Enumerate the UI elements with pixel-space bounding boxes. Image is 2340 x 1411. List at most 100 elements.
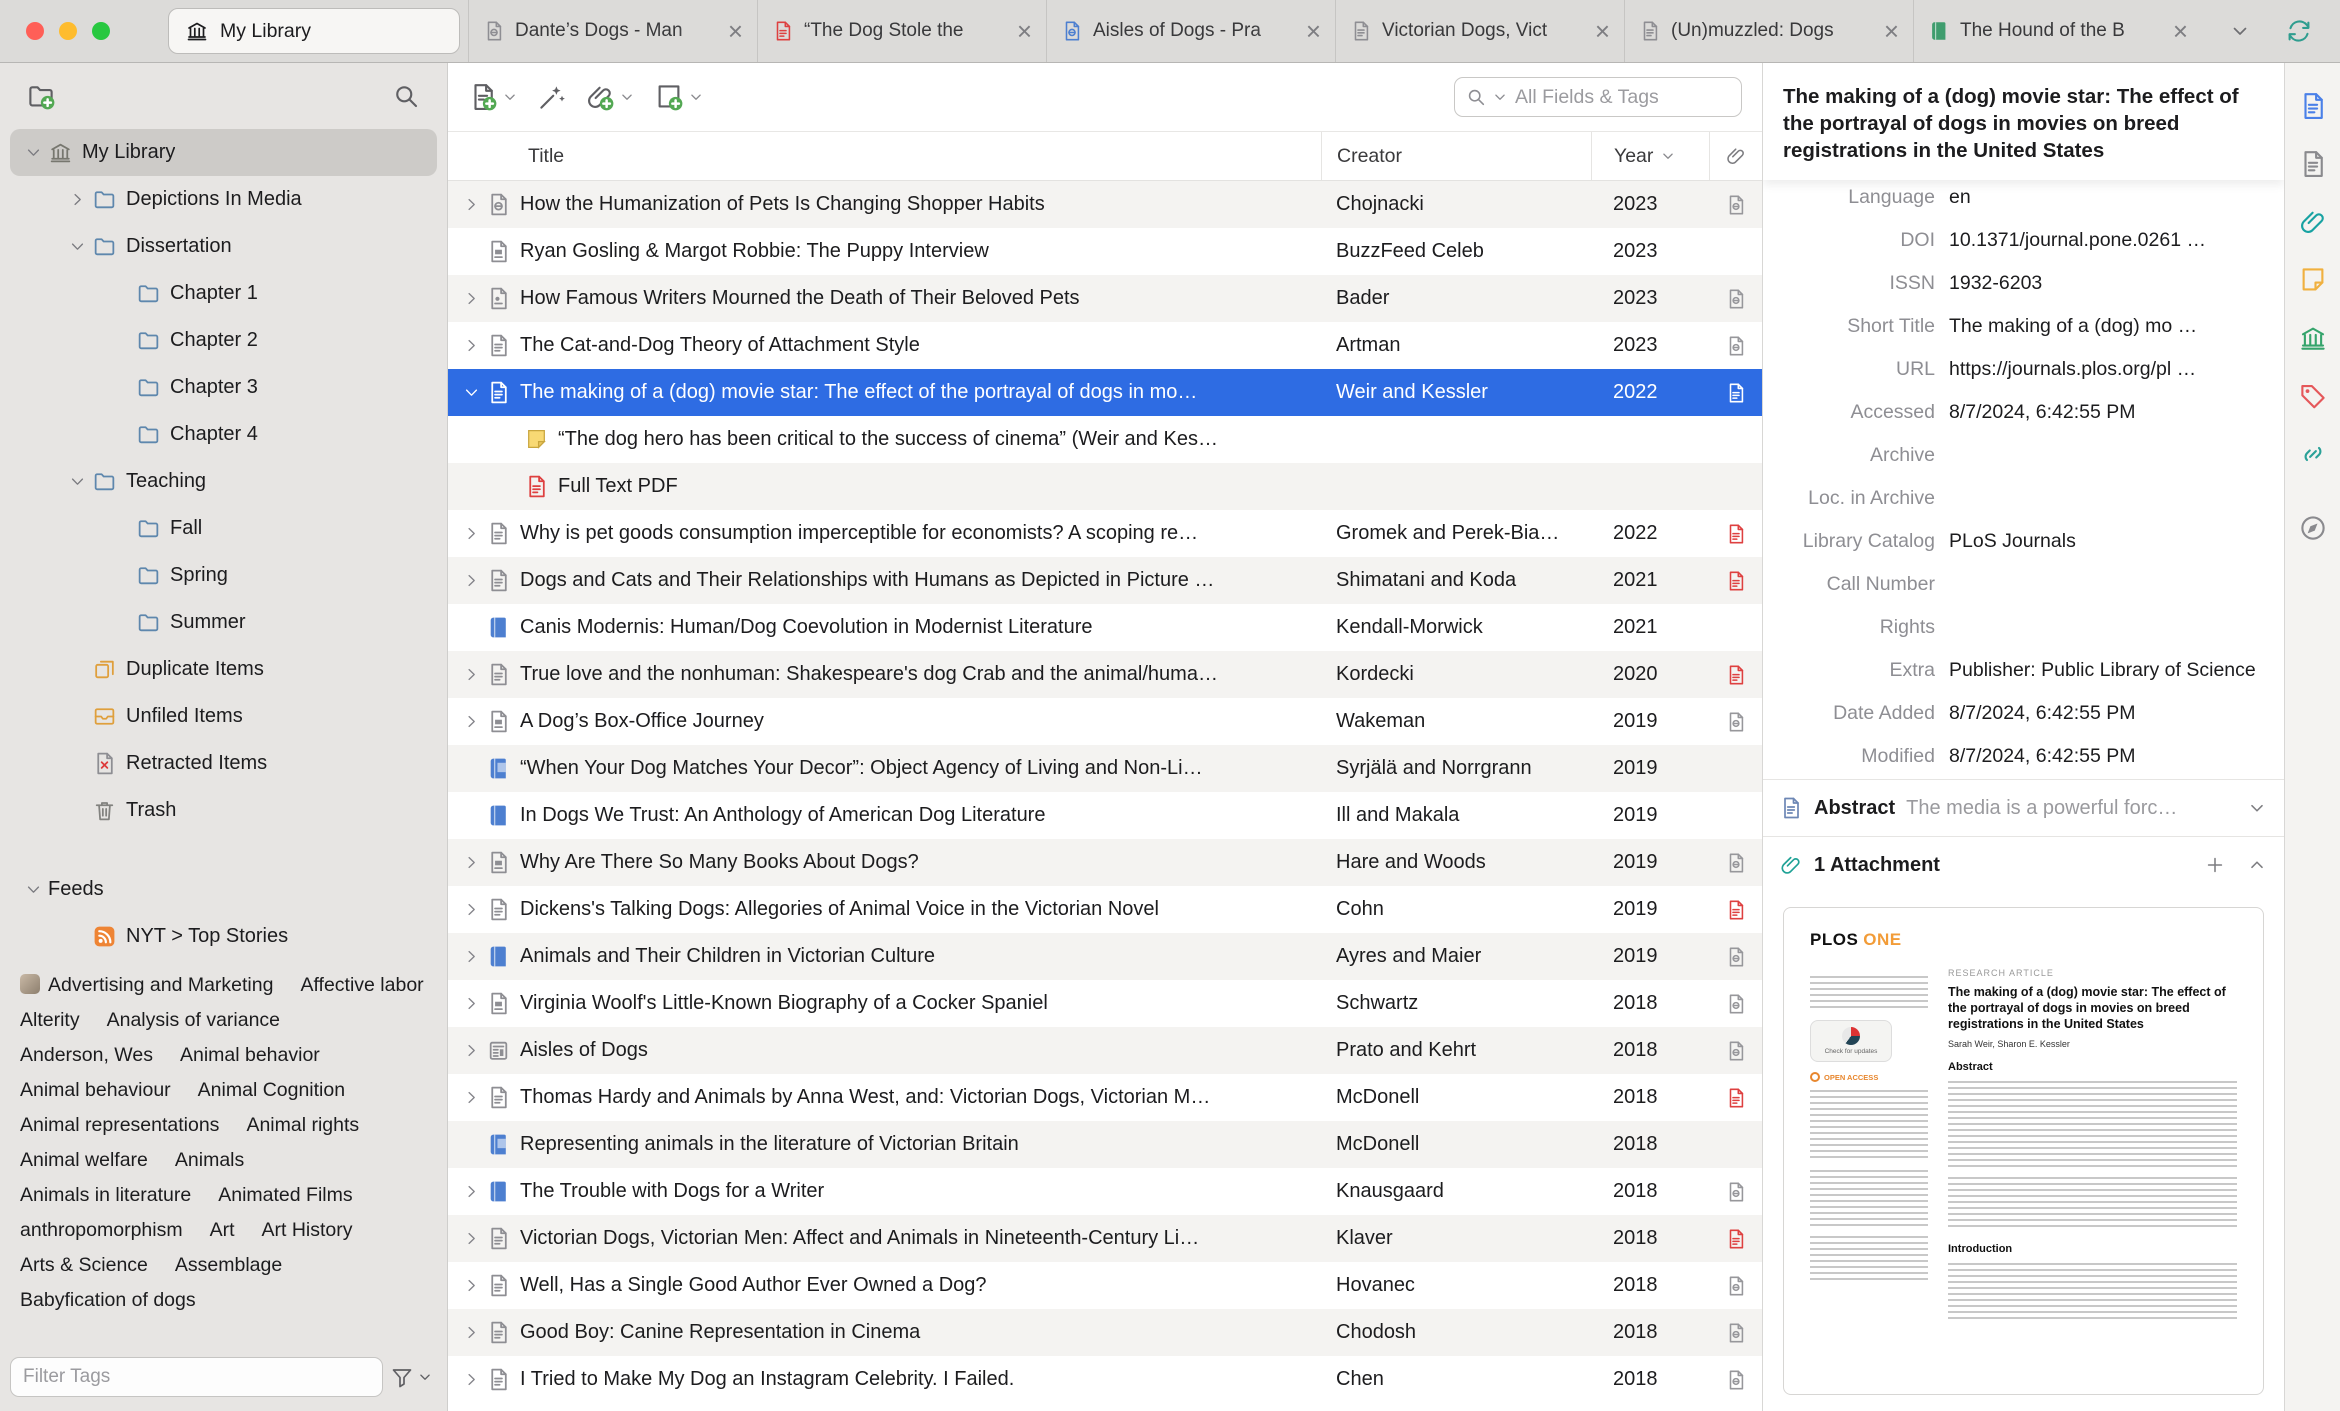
item-row[interactable]: “When Your Dog Matches Your Decor”: Obje… <box>448 745 1762 792</box>
zoom-window-button[interactable] <box>92 22 110 40</box>
add-attachment-button[interactable] <box>585 82 636 112</box>
sidebar-collection-row[interactable]: Depictions In Media <box>10 176 437 223</box>
libraries-icon[interactable] <box>2298 323 2328 353</box>
item-row[interactable]: Animals and Their Children in Victorian … <box>448 933 1762 980</box>
twisty-icon[interactable] <box>456 1276 486 1295</box>
tab-close-icon[interactable]: × <box>1306 18 1321 44</box>
twisty-icon[interactable] <box>456 383 486 402</box>
item-row[interactable]: The Trouble with Dogs for a Writer Knaus… <box>448 1168 1762 1215</box>
metadata-field-row[interactable]: URL https://journals.plos.org/pl … <box>1763 349 2284 392</box>
attachments-icon[interactable] <box>2298 207 2328 237</box>
metadata-field-row[interactable]: Accessed 8/7/2024, 6:42:55 PM <box>1763 392 2284 435</box>
twisty-icon[interactable] <box>456 1088 486 1107</box>
twisty-icon[interactable] <box>456 853 486 872</box>
sync-icon[interactable] <box>2284 16 2314 46</box>
metadata-field-row[interactable]: Language en <box>1763 177 2284 220</box>
tag-item[interactable]: Alterity <box>20 1009 80 1032</box>
metadata-field-row[interactable]: Extra Publisher: Public Library of Scien… <box>1763 650 2284 693</box>
tag-item[interactable]: anthropomorphism <box>20 1219 183 1242</box>
tag-item[interactable]: Anderson, Wes <box>20 1044 153 1067</box>
twisty-icon[interactable] <box>456 900 486 919</box>
twisty-icon[interactable] <box>456 1041 486 1060</box>
twisty-icon[interactable] <box>456 712 486 731</box>
field-value[interactable]: en <box>1949 185 2270 210</box>
sidebar-collection-row[interactable]: Chapter 1 <box>10 270 437 317</box>
tab-close-icon[interactable]: × <box>1017 18 1032 44</box>
item-row[interactable]: Dickens's Talking Dogs: Allegories of An… <box>448 886 1762 933</box>
item-row[interactable]: “The dog hero has been critical to the s… <box>448 416 1762 463</box>
item-row[interactable]: How Famous Writers Mourned the Death of … <box>448 275 1762 322</box>
metadata-field-row[interactable]: DOI 10.1371/journal.pone.0261 … <box>1763 220 2284 263</box>
sidebar-collection-row[interactable]: Unfiled Items <box>10 693 437 740</box>
add-attachment-plus-icon[interactable] <box>2204 854 2226 876</box>
tag-item[interactable]: Assemblage <box>175 1254 282 1277</box>
tag-item[interactable]: Art History <box>262 1219 353 1242</box>
tag-item[interactable]: Animals <box>175 1149 244 1172</box>
sidebar-collection-row[interactable]: Summer <box>10 599 437 646</box>
new-note-button[interactable] <box>654 82 705 112</box>
document-tab[interactable]: Dante’s Dogs - Man × <box>468 0 757 62</box>
field-value[interactable]: 8/7/2024, 6:42:55 PM <box>1949 400 2270 425</box>
chevron-down-icon[interactable] <box>1491 88 1509 106</box>
item-row[interactable]: Thomas Hardy and Animals by Anna West, a… <box>448 1074 1762 1121</box>
notes-icon[interactable] <box>2298 265 2328 295</box>
new-collection-button[interactable] <box>26 81 56 111</box>
metadata-field-row[interactable]: Library Catalog PLoS Journals <box>1763 521 2284 564</box>
new-item-button[interactable] <box>468 82 519 112</box>
sidebar-collection-row[interactable]: Teaching <box>10 458 437 505</box>
field-value[interactable]: The making of a (dog) mo … <box>1949 314 2270 339</box>
sidebar-collection-row[interactable]: Duplicate Items <box>10 646 437 693</box>
twisty-icon[interactable] <box>456 336 486 355</box>
tag-item[interactable]: Animal behaviour <box>20 1079 171 1102</box>
field-value[interactable]: Publisher: Public Library of Science <box>1949 658 2270 683</box>
item-row[interactable]: The making of a (dog) movie star: The ef… <box>448 369 1762 416</box>
twisty-icon[interactable] <box>456 994 486 1013</box>
tag-item[interactable]: Affective labor <box>300 974 423 997</box>
item-row[interactable]: Good Boy: Canine Representation in Cinem… <box>448 1309 1762 1356</box>
twisty-icon[interactable] <box>18 143 48 162</box>
tag-item[interactable]: Animal Cognition <box>198 1079 345 1102</box>
item-row[interactable]: In Dogs We Trust: An Anthology of Americ… <box>448 792 1762 839</box>
metadata-field-row[interactable]: Call Number <box>1763 564 2284 607</box>
sidebar-collection-row[interactable]: Fall <box>10 505 437 552</box>
field-value[interactable]: 10.1371/journal.pone.0261 … <box>1949 228 2270 253</box>
tab-close-icon[interactable]: × <box>728 18 743 44</box>
add-by-identifier-button[interactable] <box>537 82 567 112</box>
item-row[interactable]: True love and the nonhuman: Shakespeare'… <box>448 651 1762 698</box>
twisty-icon[interactable] <box>456 947 486 966</box>
search-input[interactable] <box>1513 84 1731 110</box>
minimize-window-button[interactable] <box>59 22 77 40</box>
related-icon[interactable] <box>2298 439 2328 469</box>
tag-filter-options-button[interactable] <box>387 1365 437 1389</box>
abstract-icon[interactable] <box>2298 149 2328 179</box>
document-tab[interactable]: The Hound of the B × <box>1913 0 2202 62</box>
item-row[interactable]: Well, Has a Single Good Author Ever Owne… <box>448 1262 1762 1309</box>
twisty-icon[interactable] <box>18 880 48 899</box>
item-row[interactable]: Full Text PDF <box>448 463 1762 510</box>
field-value[interactable]: PLoS Journals <box>1949 529 2270 554</box>
column-header-creator[interactable]: Creator <box>1321 132 1591 180</box>
tag-item[interactable]: Babyfication of dogs <box>20 1289 196 1312</box>
sidebar-collection-row[interactable]: NYT > Top Stories <box>10 913 437 960</box>
document-tab[interactable]: Victorian Dogs, Vict × <box>1335 0 1624 62</box>
twisty-icon[interactable] <box>456 524 486 543</box>
item-row[interactable]: Representing animals in the literature o… <box>448 1121 1762 1168</box>
tag-item[interactable]: Animals in literature <box>20 1184 191 1207</box>
tab-close-icon[interactable]: × <box>2173 18 2188 44</box>
sidebar-collection-row[interactable]: My Library <box>10 129 437 176</box>
attachments-section-header[interactable]: 1 Attachment <box>1763 836 2284 893</box>
item-row[interactable]: Virginia Woolf's Little-Known Biography … <box>448 980 1762 1027</box>
tags-icon[interactable] <box>2298 381 2328 411</box>
items-search-field[interactable] <box>1454 77 1742 117</box>
tabs-menu-chevron-icon[interactable] <box>2228 19 2252 43</box>
tag-item[interactable]: Animal welfare <box>20 1149 148 1172</box>
item-row[interactable]: Aisles of Dogs Prato and Kehrt 2018 <box>448 1027 1762 1074</box>
metadata-field-row[interactable]: Loc. in Archive <box>1763 478 2284 521</box>
twisty-icon[interactable] <box>456 1370 486 1389</box>
item-row[interactable]: Canis Modernis: Human/Dog Coevolution in… <box>448 604 1762 651</box>
sidebar-collection-row[interactable]: Dissertation <box>10 223 437 270</box>
tag-item[interactable]: Analysis of variance <box>107 1009 280 1032</box>
collection-search-icon[interactable] <box>391 81 421 111</box>
column-header-title[interactable]: Title <box>448 132 1321 180</box>
field-value[interactable]: 8/7/2024, 6:42:55 PM <box>1949 701 2270 726</box>
